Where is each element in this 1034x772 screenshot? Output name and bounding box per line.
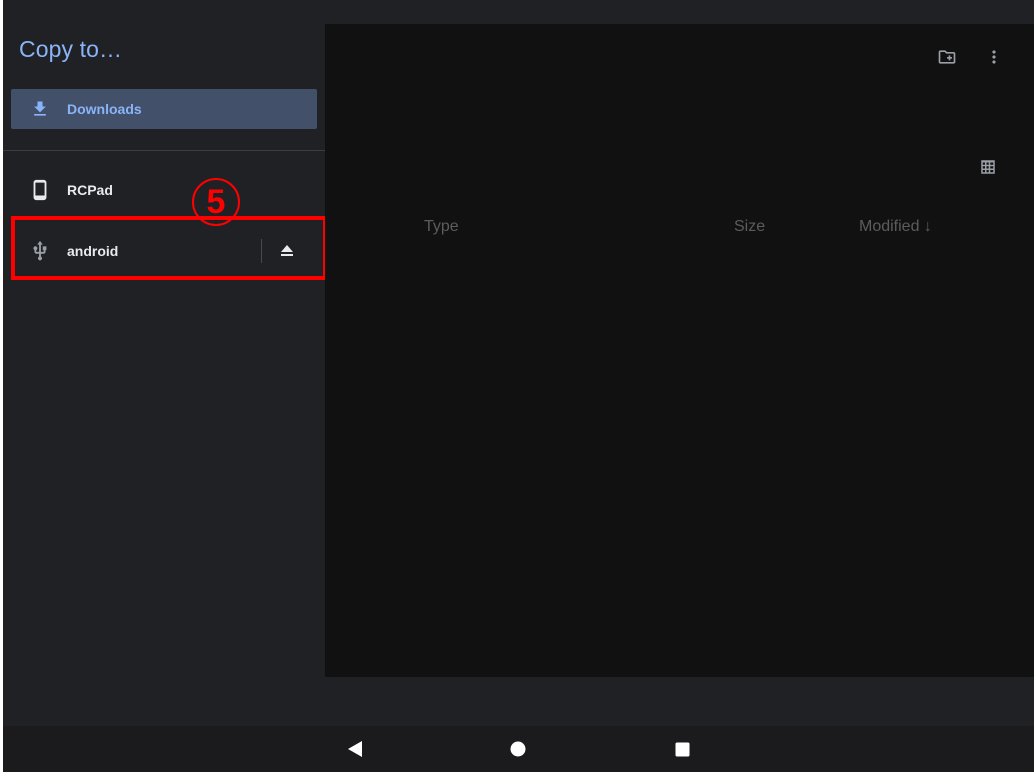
drawer-title: Copy to… — [19, 36, 123, 62]
bottom-panel — [325, 677, 1034, 726]
roots-drawer: Copy to… Downloads RCPad android 5 — [3, 24, 325, 726]
status-bar — [3, 0, 1034, 24]
screen: Copy to… Downloads RCPad android 5 Type … — [3, 0, 1034, 772]
column-header-modified[interactable]: Modified ↓ — [859, 218, 932, 236]
recents-icon[interactable] — [668, 736, 696, 762]
home-icon[interactable] — [504, 736, 532, 762]
roots-item-label: Downloads — [67, 101, 142, 117]
roots-item-downloads[interactable]: Downloads — [11, 89, 317, 129]
download-icon — [20, 89, 60, 129]
more-vert-icon[interactable] — [982, 45, 1006, 69]
grid-view-icon[interactable] — [976, 155, 1000, 179]
column-header-type[interactable]: Type — [424, 218, 459, 236]
new-folder-icon[interactable] — [935, 45, 959, 69]
divider — [3, 150, 325, 151]
phone-icon — [20, 170, 60, 210]
roots-item-rcpad[interactable]: RCPad — [11, 170, 317, 210]
roots-item-label: RCPad — [67, 182, 113, 198]
back-icon[interactable] — [341, 736, 369, 762]
annotation-highlight-box — [11, 216, 327, 280]
directory-content: Type Size Modified ↓ — [325, 24, 1034, 677]
column-header-size[interactable]: Size — [734, 218, 765, 236]
navigation-bar — [3, 726, 1034, 772]
